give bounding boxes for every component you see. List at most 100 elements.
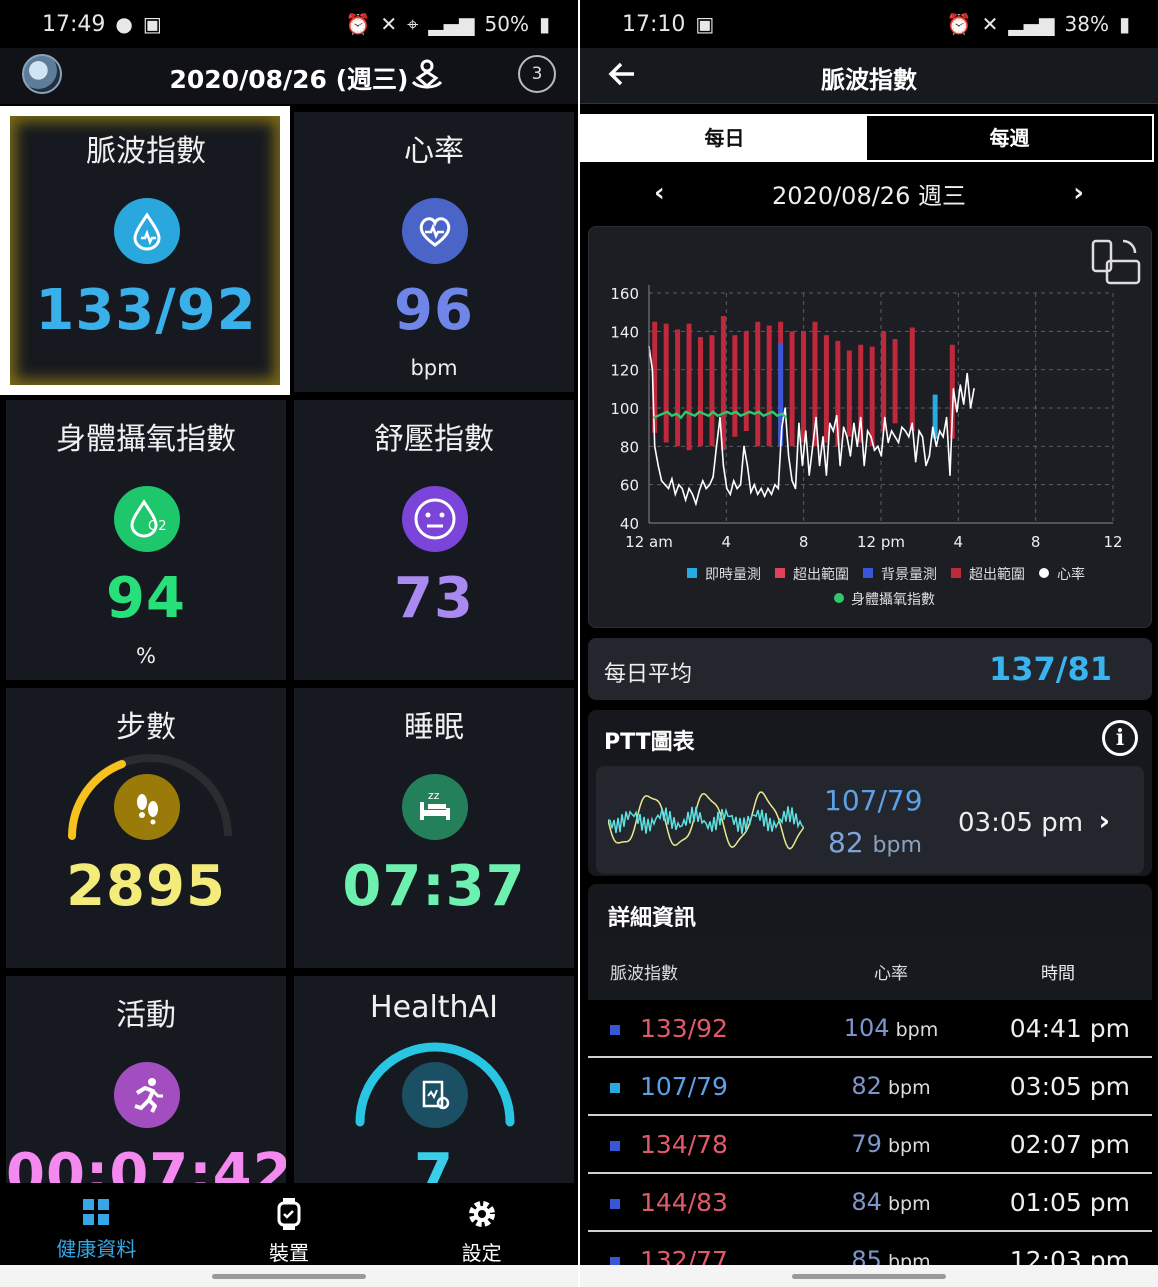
- chevron-right-icon: ›: [1098, 804, 1110, 837]
- table-row[interactable]: 134/78 79 bpm 02:07 pm: [588, 1116, 1152, 1174]
- prev-day-chevron-icon[interactable]: ‹: [654, 178, 665, 208]
- chart-point: [680, 416, 682, 419]
- status-time: 17:10: [622, 11, 686, 37]
- chart-point: [811, 445, 814, 448]
- battery-percent: 50%: [484, 12, 529, 36]
- tile-oxygen-index[interactable]: 身體攝氧指數 O2 94 %: [6, 400, 286, 680]
- signal-icon: ▂▄▆: [428, 12, 475, 36]
- chart-point: [770, 493, 773, 496]
- header-date[interactable]: 2020/08/26 (週三): [0, 60, 578, 96]
- row-time: 03:05 pm: [1009, 1071, 1130, 1101]
- col-time: 時間: [1041, 963, 1075, 984]
- chart-point: [853, 422, 855, 425]
- ptt-title: PTT圖表: [604, 730, 695, 755]
- chart-point: [760, 487, 762, 490]
- row-hr-unit: bpm: [895, 1019, 939, 1041]
- notification-badge[interactable]: 3: [518, 55, 556, 93]
- chart-point: [726, 411, 728, 413]
- legend-label: 即時量測: [705, 567, 761, 583]
- left-phone-screen: 17:49 ● ▣ ⏰ ✕ ⌖ ▂▄▆ 50% ▮ 2020/08/26 (週三…: [0, 0, 578, 1287]
- chart-point: [856, 445, 859, 448]
- chart-series-line: [653, 410, 788, 420]
- chart-point: [657, 414, 659, 417]
- row-hr-value: 79: [851, 1130, 882, 1158]
- chart-bar: [766, 325, 772, 447]
- chart-point: [671, 414, 673, 417]
- col-heart-rate: 心率: [874, 963, 908, 984]
- chart-point: [925, 464, 927, 467]
- info-icon[interactable]: i: [1102, 720, 1138, 756]
- nav-device[interactable]: 裝置: [193, 1183, 386, 1265]
- y-tick-label: 120: [610, 362, 639, 380]
- tile-value: 96: [394, 278, 474, 343]
- mute-icon: ✕: [981, 12, 999, 36]
- chart-point: [801, 464, 804, 467]
- chart-point: [756, 493, 759, 496]
- legend-label: 身體攝氧指數: [851, 592, 935, 608]
- sync-person-icon[interactable]: [408, 56, 446, 94]
- tile-value: 00:07:42: [6, 1142, 286, 1186]
- system-nav-bar: [0, 1265, 578, 1287]
- chart-bar: [869, 346, 875, 447]
- home-indicator[interactable]: [212, 1274, 366, 1279]
- mute-icon: ✕: [380, 12, 398, 36]
- nav-label: 健康資料: [56, 1237, 137, 1261]
- x-tick-label: 4: [954, 533, 964, 551]
- table-row[interactable]: 107/79 82 bpm 03:05 pm: [588, 1058, 1152, 1116]
- row-bp: 144/83: [588, 1188, 816, 1217]
- chart-point: [818, 464, 821, 467]
- nav-health-data[interactable]: 健康資料: [0, 1183, 193, 1265]
- chart-point: [746, 464, 749, 467]
- chart-point: [653, 445, 656, 448]
- tab-weekly[interactable]: 每週: [867, 116, 1152, 160]
- chart-bar: [698, 337, 704, 447]
- tile-stress-index[interactable]: 舒壓指數 73: [294, 400, 574, 680]
- ptt-record[interactable]: 107/79 82 bpm 03:05 pm ›: [596, 766, 1144, 874]
- image-icon: ▣: [695, 12, 715, 36]
- row-time: 01:05 pm: [1009, 1187, 1130, 1217]
- tile-heart-rate[interactable]: 心率 96 bpm: [294, 112, 574, 392]
- measure-type-marker: [610, 1024, 620, 1035]
- legend-marker: [775, 568, 785, 578]
- chart-point: [705, 487, 708, 490]
- measure-type-marker: [610, 1082, 620, 1093]
- bottom-navigation: 健康資料 裝置 設定: [0, 1183, 578, 1265]
- chart-bar: [801, 331, 807, 443]
- table-row[interactable]: 133/92 104 bpm 04:41 pm: [588, 1000, 1152, 1058]
- tile-steps[interactable]: 步數 2895: [6, 688, 286, 968]
- tile-value: 2895: [66, 854, 226, 919]
- tile-pulse-index[interactable]: 脈波指數 133/92: [6, 112, 286, 392]
- chart-point: [805, 430, 807, 432]
- row-hr: 79 bpm: [816, 1130, 966, 1158]
- chart-bar: [755, 321, 761, 447]
- nav-settings[interactable]: 設定: [385, 1183, 578, 1265]
- heart-pulse-icon: [402, 198, 468, 264]
- chart-point: [918, 430, 920, 432]
- home-indicator[interactable]: [792, 1274, 946, 1279]
- rotate-screen-icon[interactable]: [1091, 239, 1141, 285]
- chart-point: [664, 483, 666, 486]
- chart-point: [835, 414, 838, 417]
- legend-marker: [834, 593, 844, 603]
- chart-bar: [663, 323, 669, 443]
- chart-point: [880, 455, 883, 457]
- ptt-time: 03:05 pm: [958, 808, 1084, 838]
- chart-bar: [686, 323, 692, 451]
- chart-point: [785, 416, 788, 419]
- next-day-chevron-icon[interactable]: ›: [1073, 178, 1084, 208]
- tile-value: 7: [414, 1142, 454, 1186]
- ptt-hr: 82 bpm: [828, 826, 922, 859]
- row-hr-value: 104: [843, 1014, 890, 1042]
- chart-point: [962, 403, 965, 405]
- table-row[interactable]: 144/83 84 bpm 01:05 pm: [588, 1174, 1152, 1232]
- chart-point: [949, 474, 951, 476]
- chart-point: [729, 493, 732, 496]
- x-tick-label: 8: [799, 533, 809, 551]
- tile-sleep[interactable]: 睡眠 zz 07:37: [294, 688, 574, 968]
- tile-activity[interactable]: 活動 00:07:42: [6, 976, 286, 1186]
- tile-healthai[interactable]: HealthAI 7: [294, 976, 574, 1186]
- tab-daily[interactable]: 每日: [582, 116, 867, 160]
- image-icon: ▣: [142, 12, 162, 36]
- legend-label: 超出範圍: [969, 566, 1025, 583]
- chart-point: [767, 412, 769, 415]
